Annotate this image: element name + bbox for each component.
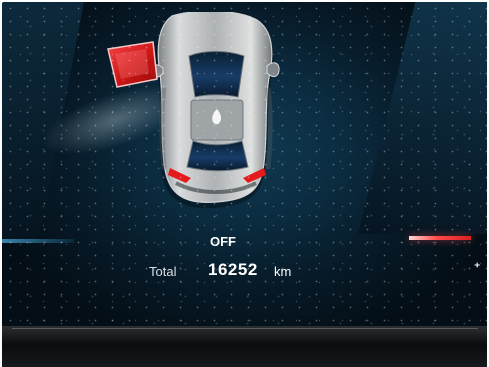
car-side-shading-left [159, 87, 167, 170]
odometer-value: 16252 [208, 260, 258, 279]
vehicle-display-photo: ⁺ OFF Total 16252 km [0, 0, 489, 367]
status-off-label: OFF [210, 234, 236, 249]
right-alert-bar [409, 236, 471, 240]
right-mirror [266, 62, 280, 77]
bezel-highlight [12, 328, 478, 329]
right-indicator: ⁺ [474, 260, 481, 274]
car-top-view-icon [107, 12, 280, 209]
car-side-shading-right [265, 87, 273, 170]
vehicle-overview [106, 12, 286, 214]
front-windshield [188, 51, 245, 98]
left-status-bar [2, 239, 74, 243]
odometer-row: Total 16252 km [149, 260, 309, 280]
display-bezel [0, 326, 489, 367]
odometer-label: Total [149, 264, 177, 279]
right-side-panel [358, 2, 488, 234]
rear-windshield [186, 140, 249, 172]
odometer-unit: km [274, 264, 292, 279]
instrument-cluster-screen: ⁺ OFF Total 16252 km [2, 2, 488, 332]
